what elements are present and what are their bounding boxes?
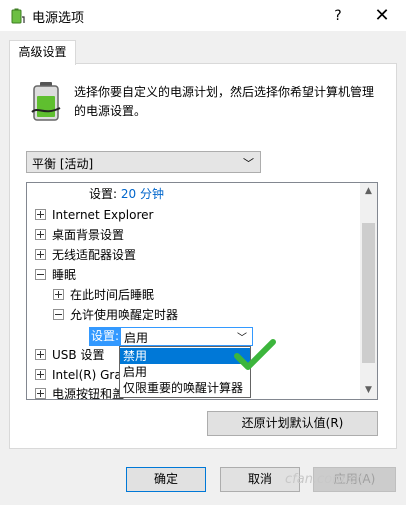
- wake-timer-setting-label: 设置:: [89, 327, 122, 346]
- chevron-down-icon: ﹀: [243, 157, 254, 170]
- expand-icon[interactable]: [35, 349, 46, 360]
- tree-top-setting: 设置: 20 分钟: [89, 185, 164, 204]
- tree-item-label: 允许使用唤醒定时器: [70, 308, 179, 322]
- tree-item-label: Internet Explorer: [52, 208, 154, 222]
- tree-item-sleep-after[interactable]: 在此时间后睡眠: [53, 286, 154, 305]
- close-button[interactable]: ✕: [362, 4, 402, 28]
- checkmark-icon: [234, 339, 276, 370]
- tab-advanced-settings[interactable]: 高级设置: [9, 40, 76, 65]
- power-options-icon: [11, 8, 25, 24]
- setting-label: 设置:: [89, 187, 118, 201]
- tree-item-wake-timers[interactable]: 允许使用唤醒定时器: [53, 306, 178, 325]
- wake-timer-options-list[interactable]: 禁用 启用 仅限重要的唤醒计算器: [119, 346, 251, 398]
- tree-item-label: 桌面背景设置: [52, 228, 125, 242]
- setting-value-link[interactable]: 20 分钟: [121, 187, 164, 201]
- tree-item-usb[interactable]: USB 设置: [35, 346, 104, 365]
- restore-defaults-button[interactable]: 还原计划默认值(R): [207, 411, 378, 436]
- expand-icon[interactable]: [35, 388, 46, 399]
- scrollbar-thumb[interactable]: [362, 223, 375, 363]
- tree-item-desktop-background[interactable]: 桌面背景设置: [35, 226, 124, 245]
- tree-item-label: Intel(R) Gra: [52, 368, 122, 382]
- ok-button[interactable]: 确定: [126, 467, 206, 492]
- option-important-only[interactable]: 仅限重要的唤醒计算器: [120, 380, 250, 396]
- tree-item-wireless-adapter[interactable]: 无线适配器设置: [35, 246, 136, 265]
- tree-item-internet-explorer[interactable]: Internet Explorer: [35, 206, 153, 225]
- window-title: 电源选项: [32, 11, 85, 26]
- title-bar: 电源选项 ? ✕: [0, 0, 406, 31]
- battery-icon: [31, 82, 61, 121]
- tree-item-label: USB 设置: [52, 348, 105, 362]
- description-text: 选择你要自定义的电源计划，然后选择你希望计算机管理的电源设置。: [74, 85, 375, 118]
- expand-icon[interactable]: [35, 369, 46, 380]
- tree-item-label: 睡眠: [52, 268, 77, 282]
- collapse-icon[interactable]: [53, 309, 64, 320]
- expand-icon[interactable]: [35, 209, 46, 220]
- watermark: cfan.com.cn: [285, 472, 365, 487]
- tree-item-sleep[interactable]: 睡眠: [35, 266, 76, 285]
- option-disable[interactable]: 禁用: [120, 348, 250, 364]
- collapse-icon[interactable]: [35, 269, 46, 280]
- help-button[interactable]: ?: [322, 4, 354, 28]
- tree-item-power-buttons[interactable]: 电源按钮和盖: [35, 385, 125, 400]
- expand-icon[interactable]: [35, 249, 46, 260]
- scroll-down-arrow-icon[interactable]: ▼: [360, 382, 377, 399]
- expand-icon[interactable]: [35, 229, 46, 240]
- expand-icon[interactable]: [53, 289, 64, 300]
- scroll-up-arrow-icon[interactable]: ▲: [360, 183, 377, 200]
- tree-item-label: 电源按钮和盖: [52, 387, 125, 400]
- tree-item-intel-graphics[interactable]: Intel(R) Gra: [35, 366, 122, 385]
- tree-scrollbar[interactable]: ▲ ▼: [360, 183, 377, 399]
- tree-item-label: 无线适配器设置: [52, 248, 137, 262]
- wake-timer-setting-value: 启用: [124, 331, 149, 345]
- tree-item-label: 在此时间后睡眠: [70, 288, 155, 302]
- power-plan-select[interactable]: 平衡 [活动] ﹀: [26, 151, 261, 173]
- option-enable[interactable]: 启用: [120, 364, 250, 380]
- power-plan-value: 平衡 [活动]: [32, 157, 94, 171]
